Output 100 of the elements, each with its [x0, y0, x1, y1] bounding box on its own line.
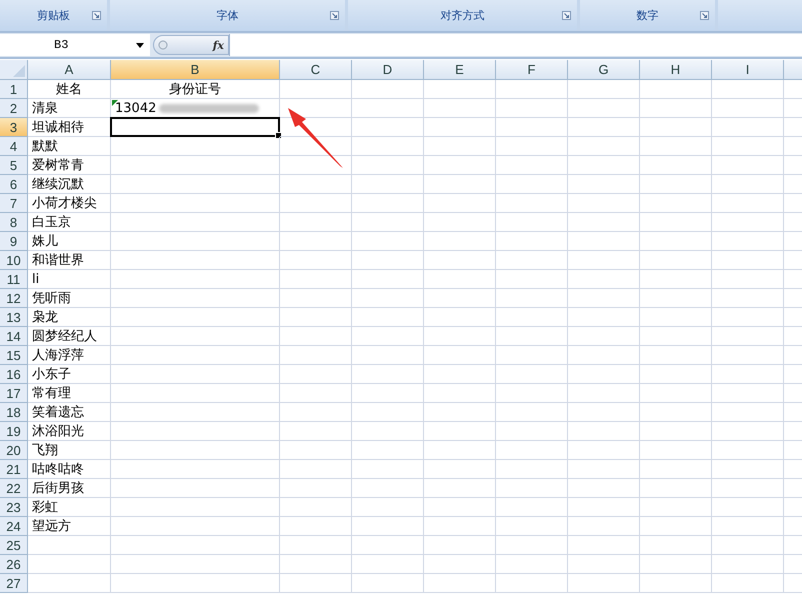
- row-header[interactable]: 16: [0, 365, 28, 384]
- row-header[interactable]: 2: [0, 99, 28, 118]
- row-header[interactable]: 20: [0, 441, 28, 460]
- table-cell: [568, 137, 640, 156]
- table-cell: [568, 251, 640, 270]
- row-header[interactable]: 17: [0, 384, 28, 403]
- row-header[interactable]: 18: [0, 403, 28, 422]
- table-cell: [712, 555, 784, 574]
- table-cell: [352, 555, 424, 574]
- table-cell: 爱树常青: [28, 156, 111, 175]
- table-cell: [424, 517, 496, 536]
- column-header[interactable]: H: [640, 60, 712, 80]
- row-header[interactable]: 5: [0, 156, 28, 175]
- table-cell: [712, 251, 784, 270]
- table-cell: 飞翔: [28, 441, 111, 460]
- insert-function-button[interactable]: fx: [212, 38, 224, 52]
- table-cell: [568, 213, 640, 232]
- table-cell: [640, 346, 712, 365]
- table-cell: [496, 536, 568, 555]
- table-cell: [280, 498, 352, 517]
- table-cell: [640, 118, 712, 137]
- row-header[interactable]: 10: [0, 251, 28, 270]
- table-cell: [352, 403, 424, 422]
- column-header[interactable]: I: [712, 60, 784, 80]
- column-header[interactable]: A: [28, 60, 111, 80]
- table-cell: [352, 384, 424, 403]
- table-cell: [712, 99, 784, 118]
- table-cell: [712, 175, 784, 194]
- row-header[interactable]: 22: [0, 479, 28, 498]
- row-header[interactable]: 1: [0, 80, 28, 99]
- table-cell: [352, 270, 424, 289]
- row-header[interactable]: 14: [0, 327, 28, 346]
- formula-input[interactable]: [229, 34, 802, 56]
- table-cell: [496, 517, 568, 536]
- name-box[interactable]: B3: [0, 34, 150, 56]
- row-header[interactable]: 4: [0, 137, 28, 156]
- row-header[interactable]: 7: [0, 194, 28, 213]
- column-header[interactable]: F: [496, 60, 568, 80]
- row-header[interactable]: 9: [0, 232, 28, 251]
- table-cell: [424, 137, 496, 156]
- row-header[interactable]: 24: [0, 517, 28, 536]
- table-cell: [496, 384, 568, 403]
- table-cell: [568, 555, 640, 574]
- table-cell: [352, 346, 424, 365]
- row-header[interactable]: 27: [0, 574, 28, 593]
- table-cell: [712, 536, 784, 555]
- table-cell: [496, 99, 568, 118]
- table-cell: [640, 289, 712, 308]
- row-header[interactable]: 13: [0, 308, 28, 327]
- table-cell: 身份证号: [111, 80, 280, 99]
- row-header[interactable]: 25: [0, 536, 28, 555]
- table-cell: [496, 232, 568, 251]
- dialog-launcher-icon[interactable]: [700, 11, 709, 20]
- table-cell: [352, 80, 424, 99]
- row-header[interactable]: 8: [0, 213, 28, 232]
- table-cell: [712, 232, 784, 251]
- table-cell: [280, 460, 352, 479]
- table-cell: [568, 156, 640, 175]
- table-cell: [568, 536, 640, 555]
- table-cell: [424, 213, 496, 232]
- column-header[interactable]: E: [424, 60, 496, 80]
- table-cell: [496, 308, 568, 327]
- table-cell: [424, 536, 496, 555]
- dialog-launcher-icon[interactable]: [330, 11, 339, 20]
- table-cell: [568, 194, 640, 213]
- row-header[interactable]: 11: [0, 270, 28, 289]
- table-cell: [352, 365, 424, 384]
- table-cell: [280, 251, 352, 270]
- table-cell: [280, 289, 352, 308]
- table-cell: [280, 213, 352, 232]
- table-cell: [280, 270, 352, 289]
- table-cell: 沐浴阳光: [28, 422, 111, 441]
- table-cell: [280, 384, 352, 403]
- table-cell: [352, 574, 424, 593]
- table-cell: [496, 137, 568, 156]
- table-cell: [568, 346, 640, 365]
- table-cell: [352, 536, 424, 555]
- table-cell: [640, 365, 712, 384]
- dialog-launcher-icon[interactable]: [562, 11, 571, 20]
- column-header[interactable]: C: [280, 60, 352, 80]
- row-header[interactable]: 12: [0, 289, 28, 308]
- table-cell: [568, 365, 640, 384]
- table-cell: [496, 365, 568, 384]
- row-header[interactable]: 15: [0, 346, 28, 365]
- row-header[interactable]: 26: [0, 555, 28, 574]
- row-header[interactable]: 19: [0, 422, 28, 441]
- dialog-launcher-icon[interactable]: [92, 11, 101, 20]
- row-header[interactable]: 23: [0, 498, 28, 517]
- column-header[interactable]: B: [111, 60, 280, 80]
- dropdown-caret-icon[interactable]: [136, 42, 144, 48]
- row-header[interactable]: 21: [0, 460, 28, 479]
- row-header[interactable]: 3: [0, 118, 28, 137]
- table-cell: [280, 327, 352, 346]
- row-header[interactable]: 6: [0, 175, 28, 194]
- table-cell: [568, 270, 640, 289]
- column-header[interactable]: G: [568, 60, 640, 80]
- column-header[interactable]: D: [352, 60, 424, 80]
- table-cell: [640, 403, 712, 422]
- table-cell: [424, 289, 496, 308]
- table-cell: [352, 460, 424, 479]
